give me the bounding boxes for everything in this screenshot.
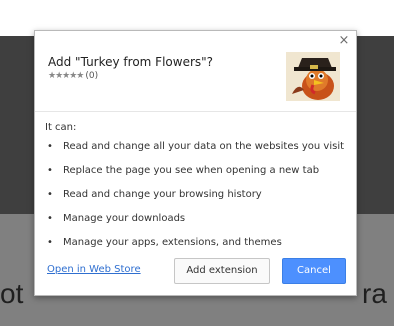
dialog-divider <box>35 111 356 112</box>
permissions-list: • Read and change all your data on the we… <box>47 140 344 260</box>
add-extension-dialog: × Add "Turkey from Flowers"? ★★★★★ (0) It… <box>34 30 357 296</box>
permission-text: Manage your downloads <box>63 213 186 224</box>
permission-item: • Read and change all your data on the we… <box>47 140 344 164</box>
bullet: • <box>47 237 53 248</box>
bullet: • <box>47 165 53 176</box>
permission-text: Replace the page you see when opening a … <box>63 165 320 176</box>
turkey-pilgrim-icon <box>284 50 342 103</box>
cancel-button[interactable]: Cancel <box>282 258 346 284</box>
rating-stars-icon: ★★★★★ <box>48 71 84 81</box>
background-text-left: ot <box>0 278 24 309</box>
permission-item: • Manage your downloads <box>47 212 344 236</box>
bullet: • <box>47 189 53 200</box>
permission-item: • Read and change your browsing history <box>47 188 344 212</box>
rating: ★★★★★ (0) <box>48 71 98 81</box>
bullet: • <box>47 213 53 224</box>
permission-text: Manage your apps, extensions, and themes <box>63 237 282 248</box>
permission-text: Read and change all your data on the web… <box>63 141 345 152</box>
add-extension-button[interactable]: Add extension <box>174 258 270 284</box>
permission-item: • Replace the page you see when opening a… <box>47 164 344 188</box>
permissions-heading: It can: <box>45 122 77 133</box>
permission-text: Read and change your browsing history <box>63 189 262 200</box>
open-in-web-store-link[interactable]: Open in Web Store <box>47 264 141 275</box>
background-text-right: ra <box>362 278 387 309</box>
rating-count: (0) <box>85 71 99 81</box>
bullet: • <box>47 141 53 152</box>
close-icon[interactable]: × <box>338 34 350 47</box>
permission-item: • Manage your apps, extensions, and theme… <box>47 236 344 260</box>
dialog-title: Add "Turkey from Flowers"? <box>48 55 214 69</box>
